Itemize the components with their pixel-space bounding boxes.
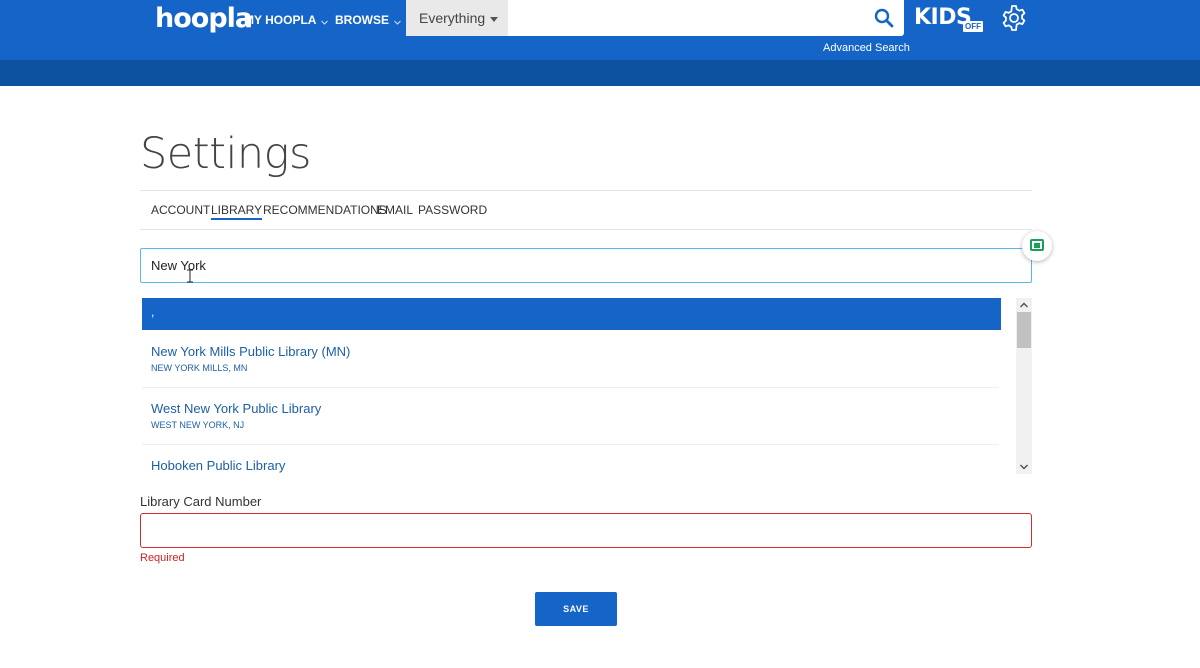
library-search-input[interactable] <box>140 248 1032 283</box>
nav-my-hoopla[interactable]: MY HOOPLA <box>244 13 329 28</box>
scrollbar-thumb[interactable] <box>1017 312 1031 348</box>
chat-widget-button[interactable] <box>1022 231 1052 261</box>
suggestion-item[interactable]: Hoboken Public Library <box>140 445 1001 474</box>
suggestion-item[interactable]: New York Mills Public Library (MN) NEW Y… <box>140 331 1001 388</box>
search-bar: Everything <box>406 0 904 36</box>
tab-password[interactable]: PASSWORD <box>418 203 487 217</box>
suggestion-location: NEW YORK MILLS, MN <box>151 363 248 373</box>
kids-status-badge: OFF <box>963 21 983 32</box>
suggestion-item[interactable]: West New York Public Library WEST NEW YO… <box>140 388 1001 445</box>
suggestion-name: Hoboken Public Library <box>151 458 286 473</box>
scroll-down-icon[interactable] <box>1016 460 1032 474</box>
suggestion-highlighted[interactable]: , <box>142 298 1001 330</box>
required-error-message: Required <box>140 552 185 564</box>
chevron-down-icon <box>321 14 329 28</box>
nav-browse-label: BROWSE <box>335 13 389 27</box>
divider <box>140 229 1032 230</box>
nav-my-hoopla-label: MY HOOPLA <box>244 13 317 27</box>
suggestion-name: New York Mills Public Library (MN) <box>151 344 351 359</box>
tab-library[interactable]: LIBRARY <box>211 203 263 220</box>
search-scope-dropdown[interactable]: Everything <box>406 0 508 36</box>
tab-recommendations[interactable]: RECOMMENDATIONS <box>263 203 387 217</box>
suggestion-name: West New York Public Library <box>151 401 322 416</box>
search-input[interactable] <box>508 0 868 36</box>
chevron-down-icon <box>394 14 402 28</box>
divider <box>140 190 1032 191</box>
text-cursor-icon <box>186 269 194 283</box>
library-card-number-input[interactable] <box>140 513 1032 548</box>
advanced-search-link[interactable]: Advanced Search <box>823 42 910 54</box>
tab-email[interactable]: EMAIL <box>377 203 413 217</box>
header-sub-bar <box>0 60 1200 86</box>
caret-down-icon <box>490 16 499 22</box>
nav-browse[interactable]: BROWSE <box>335 13 402 28</box>
search-scope-label: Everything <box>419 10 486 26</box>
suggestion-location: WEST NEW YORK, NJ <box>151 420 245 430</box>
scroll-up-icon[interactable] <box>1016 298 1032 312</box>
search-icon[interactable] <box>872 7 896 29</box>
tab-account[interactable]: ACCOUNT <box>151 203 210 217</box>
hoopla-logo[interactable]: hoopla <box>155 4 253 34</box>
save-button[interactable]: SAVE <box>535 592 617 626</box>
gear-icon[interactable] <box>1000 4 1028 32</box>
suggestions-scrollbar[interactable] <box>1016 298 1032 474</box>
page-title: Settings <box>140 129 311 179</box>
chat-bot-icon <box>1030 239 1044 251</box>
library-card-number-label: Library Card Number <box>140 494 262 509</box>
library-suggestions-list: , New York Mills Public Library (MN) NEW… <box>140 298 1032 474</box>
kids-mode-toggle[interactable]: KIDS OFF <box>914 4 986 34</box>
